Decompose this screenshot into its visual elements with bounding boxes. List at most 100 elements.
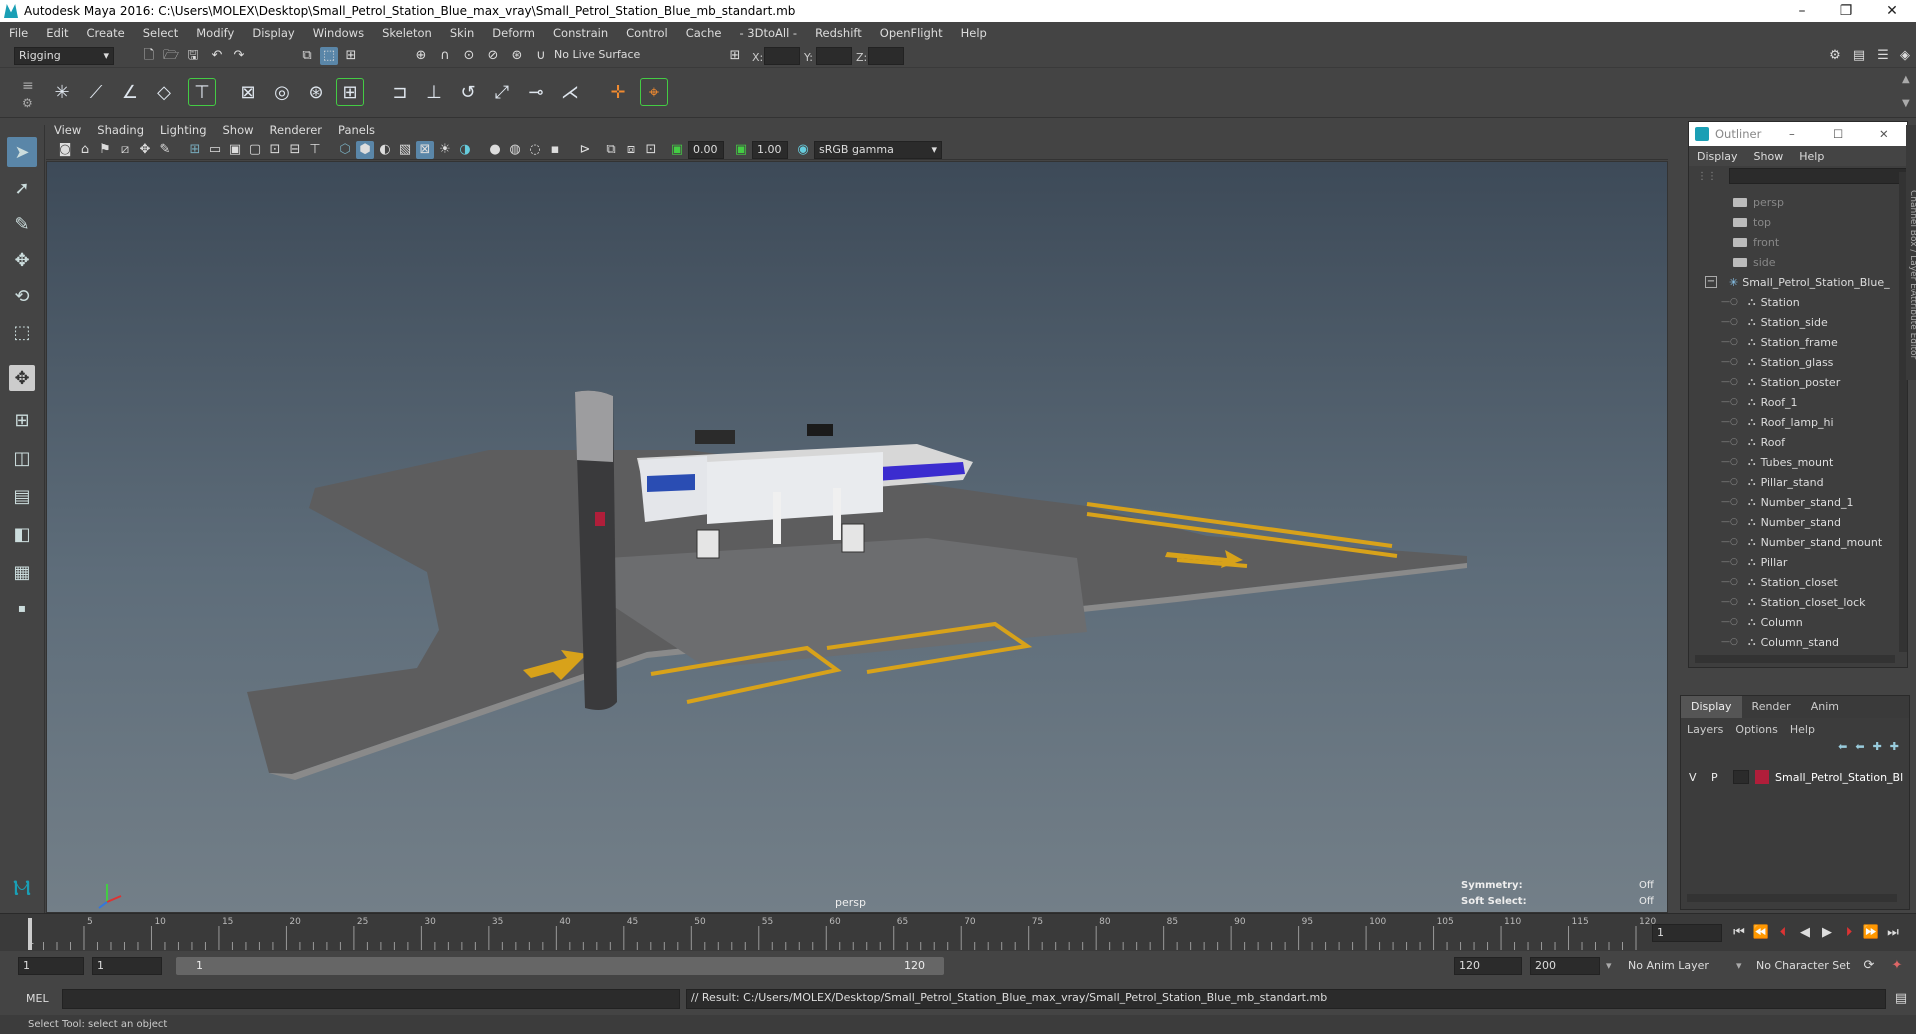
snap-curve-icon[interactable]: ∩ <box>436 47 454 65</box>
time-slider[interactable]: 5 10 15 20 25 30 35 40 45 50 55 60 65 70 75 80 85 90 95 100… <box>0 913 1916 951</box>
script-editor-icon[interactable]: ▤ <box>1892 990 1910 1008</box>
layer-row[interactable]: V P Small_Petrol_Station_Bl <box>1681 766 1909 788</box>
menu-file[interactable]: File <box>0 26 37 40</box>
bind-skin-icon[interactable]: ⊠ <box>234 78 262 106</box>
ik-spline-icon[interactable]: ∠ <box>116 78 144 106</box>
animation-start-field[interactable]: 1 <box>18 957 84 975</box>
script-language-toggle[interactable]: MEL <box>26 992 49 1005</box>
layer-menu-layers[interactable]: Layers <box>1681 723 1729 736</box>
layer-h-scrollbar[interactable] <box>1687 894 1897 902</box>
joint-tool-icon[interactable]: ✳ <box>48 78 76 106</box>
outliner-close-icon[interactable]: ✕ <box>1879 127 1889 141</box>
toolbox-more-icon[interactable]: ▪ <box>7 593 37 623</box>
camera-select-icon[interactable]: ◙ <box>56 141 74 159</box>
outliner-minimize-icon[interactable]: – <box>1789 127 1795 141</box>
select-tool-icon[interactable]: ➤ <box>7 137 37 167</box>
outliner-item[interactable]: —○ ⛬ Number_stand_mount <box>1721 532 1907 552</box>
layer-menu-options[interactable]: Options <box>1729 723 1783 736</box>
undo-icon[interactable]: ↶ <box>208 47 226 65</box>
outliner-item[interactable]: —○ ⛬ Number_stand_1 <box>1721 492 1907 512</box>
screen-ao-icon[interactable]: ● <box>486 141 504 159</box>
step-forward-key-icon[interactable]: ⏩ <box>1862 924 1880 942</box>
magnet-icon[interactable]: ∪ <box>532 47 550 65</box>
hypershade-layout-icon[interactable]: ◧ <box>7 519 37 549</box>
vp-menu-show[interactable]: Show <box>215 123 262 137</box>
gate-mask-icon[interactable]: ▢ <box>246 141 264 159</box>
shelf-scroll-down-icon[interactable]: ▼ <box>1902 98 1910 109</box>
cluster-icon[interactable]: ⌖ <box>640 78 668 106</box>
redo-icon[interactable]: ↷ <box>230 47 248 65</box>
select-hierarchy-icon[interactable]: ⧉ <box>298 47 316 65</box>
menu-skeleton[interactable]: Skeleton <box>373 26 441 40</box>
persp-graph-layout-icon[interactable]: ▤ <box>7 481 37 511</box>
menu-windows[interactable]: Windows <box>304 26 373 40</box>
grease-pencil-icon[interactable]: ✎ <box>156 141 174 159</box>
bookmark-icon[interactable]: ⚑ <box>96 141 114 159</box>
menu-help[interactable]: Help <box>952 26 996 40</box>
play-forwards-icon[interactable]: ▶ <box>1818 924 1836 942</box>
shelf-settings-icon[interactable]: ⚙ <box>22 96 33 110</box>
outliner-item[interactable]: —○ ⛬ Column <box>1721 612 1907 632</box>
outliner-item[interactable]: —○ ⛬ Tubes_mount <box>1721 452 1907 472</box>
film-gate-icon[interactable]: ▭ <box>206 141 224 159</box>
outliner-camera-front[interactable]: front <box>1733 232 1907 252</box>
select-object-icon[interactable]: ⬚ <box>320 47 338 65</box>
menu-control[interactable]: Control <box>617 26 677 40</box>
outliner-item[interactable]: —○ ⛬ Roof_1 <box>1721 392 1907 412</box>
maximize-button[interactable]: ❐ <box>1824 0 1868 22</box>
character-set-dropdown[interactable]: No Character Set <box>1756 959 1850 972</box>
outliner-item[interactable]: —○ ⛬ Roof_lamp_hi <box>1721 412 1907 432</box>
outliner-item[interactable]: —○ ⛬ Station_side <box>1721 312 1907 332</box>
vp-menu-panels[interactable]: Panels <box>330 123 383 137</box>
two-d-pan-icon[interactable]: ✥ <box>136 141 154 159</box>
aim-constraint-icon[interactable]: ⊸ <box>522 78 550 106</box>
shelf-menu-icon[interactable]: ≡ <box>22 78 34 94</box>
resolution-gate-icon[interactable]: ▣ <box>226 141 244 159</box>
anim-layer-dropdown[interactable]: No Anim Layer <box>1628 959 1709 972</box>
scale-constraint-icon[interactable]: ⤢ <box>488 78 516 106</box>
snap-point-icon[interactable]: ⊙ <box>460 47 478 65</box>
save-scene-icon[interactable]: 🖫 <box>184 47 202 65</box>
playback-start-field[interactable]: 1 <box>92 957 162 975</box>
menu-create[interactable]: Create <box>78 26 134 40</box>
safe-title-icon[interactable]: ⊤ <box>306 141 324 159</box>
snap-grid-icon[interactable]: ⊕ <box>412 47 430 65</box>
live-surface-field[interactable]: No Live Surface <box>550 47 650 65</box>
scene-render[interactable] <box>47 162 1668 913</box>
field-chart-icon[interactable]: ⊡ <box>266 141 284 159</box>
move-layer-down-icon[interactable]: ⬅ <box>1855 740 1864 760</box>
outliner-item[interactable]: —○ ⛬ Pillar_stand <box>1721 472 1907 492</box>
perspective-viewport[interactable]: persp Symmetry: Off Soft Select: Off <box>46 161 1668 913</box>
minimize-button[interactable]: – <box>1780 0 1824 22</box>
copy-weights-icon[interactable]: ⊞ <box>336 78 364 106</box>
outliner-item[interactable]: —○ ⛬ Station_closet <box>1721 572 1907 592</box>
layer-visibility-toggle[interactable]: V <box>1689 771 1705 784</box>
isolate-select-icon[interactable]: ⊳ <box>576 141 594 159</box>
smooth-shade-icon[interactable]: ⬢ <box>356 141 374 159</box>
use-all-lights-icon[interactable]: ☀ <box>436 141 454 159</box>
outliner-item[interactable]: —○ ⛬ Station_frame <box>1721 332 1907 352</box>
x-input[interactable] <box>764 47 800 65</box>
menuset-dropdown[interactable]: Rigging ▾ <box>14 47 114 65</box>
outliner-menu-display[interactable]: Display <box>1689 150 1746 163</box>
outliner-menu-help[interactable]: Help <box>1791 150 1832 163</box>
textured-icon[interactable]: ▧ <box>396 141 414 159</box>
orient-joint-icon[interactable]: ⊤ <box>188 78 216 106</box>
attribute-editor-toggle-icon[interactable]: ☰ <box>1874 47 1892 65</box>
xray-joints-icon[interactable]: ⧉ <box>602 141 620 159</box>
animation-end-field[interactable]: 200 <box>1530 957 1600 975</box>
exposure-icon[interactable]: ▣ <box>668 141 686 159</box>
attribute-editor-side-tab[interactable]: Attribute Editor <box>1906 290 1916 380</box>
outliner-item[interactable]: —○ ⛬ Station_closet_lock <box>1721 592 1907 612</box>
chevron-down-icon[interactable]: ▾ <box>1606 959 1612 972</box>
current-frame-field[interactable]: 1 <box>1652 924 1722 942</box>
select-component-icon[interactable]: ⊞ <box>342 47 360 65</box>
outliner-item[interactable]: —○ ⛬ Station <box>1721 292 1907 312</box>
render-settings-icon[interactable]: ⚙ <box>1826 47 1844 65</box>
step-forward-frame-icon[interactable]: ⏵ <box>1840 924 1858 942</box>
tab-anim[interactable]: Anim <box>1801 696 1849 718</box>
new-scene-icon[interactable]: 🗋 <box>140 47 158 65</box>
play-backwards-icon[interactable]: ◀ <box>1796 924 1814 942</box>
maya-home-icon[interactable]: Ⲙ <box>7 873 37 903</box>
rotate-tool-icon[interactable]: ⟲ <box>7 281 37 311</box>
